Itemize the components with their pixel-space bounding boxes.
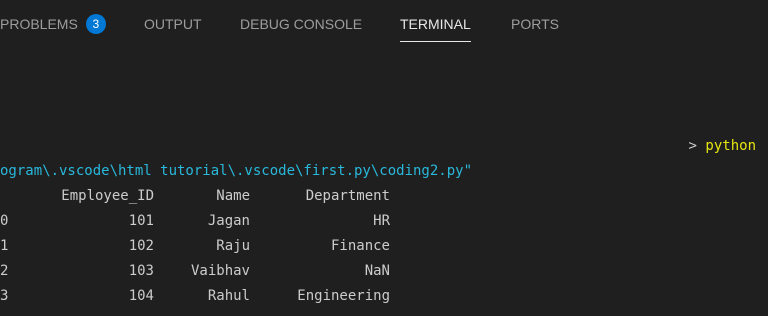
prompt-arrow: > xyxy=(688,138,697,154)
row-index: 3 xyxy=(0,288,9,304)
row-department: HR xyxy=(373,213,390,229)
row-employee-id: 101 xyxy=(128,213,154,229)
row-employee-id: 102 xyxy=(128,238,154,254)
terminal-prompt: > python xyxy=(689,134,756,159)
row-index: 2 xyxy=(0,263,9,279)
table-row: 2 103 Vaibhav NaN xyxy=(0,259,768,284)
row-employee-id: 104 xyxy=(128,288,154,304)
header-department: Department xyxy=(305,188,390,204)
row-index: 1 xyxy=(0,238,9,254)
row-department: NaN xyxy=(364,263,390,279)
table-row: 3 104 Rahul Engineering xyxy=(0,284,768,309)
header-employee-id: Employee_ID xyxy=(61,188,154,204)
table-row: 0 101 Jagan HR xyxy=(0,209,768,234)
terminal-panel: PROBLEMS 3 OUTPUT DEBUG CONSOLE TERMINAL… xyxy=(0,0,768,316)
terminal-output[interactable]: > python ogram\.vscode\html tutorial\.vs… xyxy=(0,0,768,316)
prompt-command: python xyxy=(705,138,756,154)
row-name: Vaibhav xyxy=(190,263,250,279)
row-name: Raju xyxy=(216,238,250,254)
row-department: Finance xyxy=(330,238,390,254)
row-index: 0 xyxy=(0,213,9,229)
row-department: Engineering xyxy=(297,288,390,304)
row-name: Jagan xyxy=(207,213,250,229)
row-employee-id: 103 xyxy=(128,263,154,279)
script-path-line: ogram\.vscode\html tutorial\.vscode\firs… xyxy=(0,163,473,179)
table-row: 1 102 Raju Finance xyxy=(0,234,768,259)
table-header-row: Employee_ID Name Department xyxy=(0,184,768,209)
header-name: Name xyxy=(216,188,250,204)
row-name: Rahul xyxy=(207,288,250,304)
